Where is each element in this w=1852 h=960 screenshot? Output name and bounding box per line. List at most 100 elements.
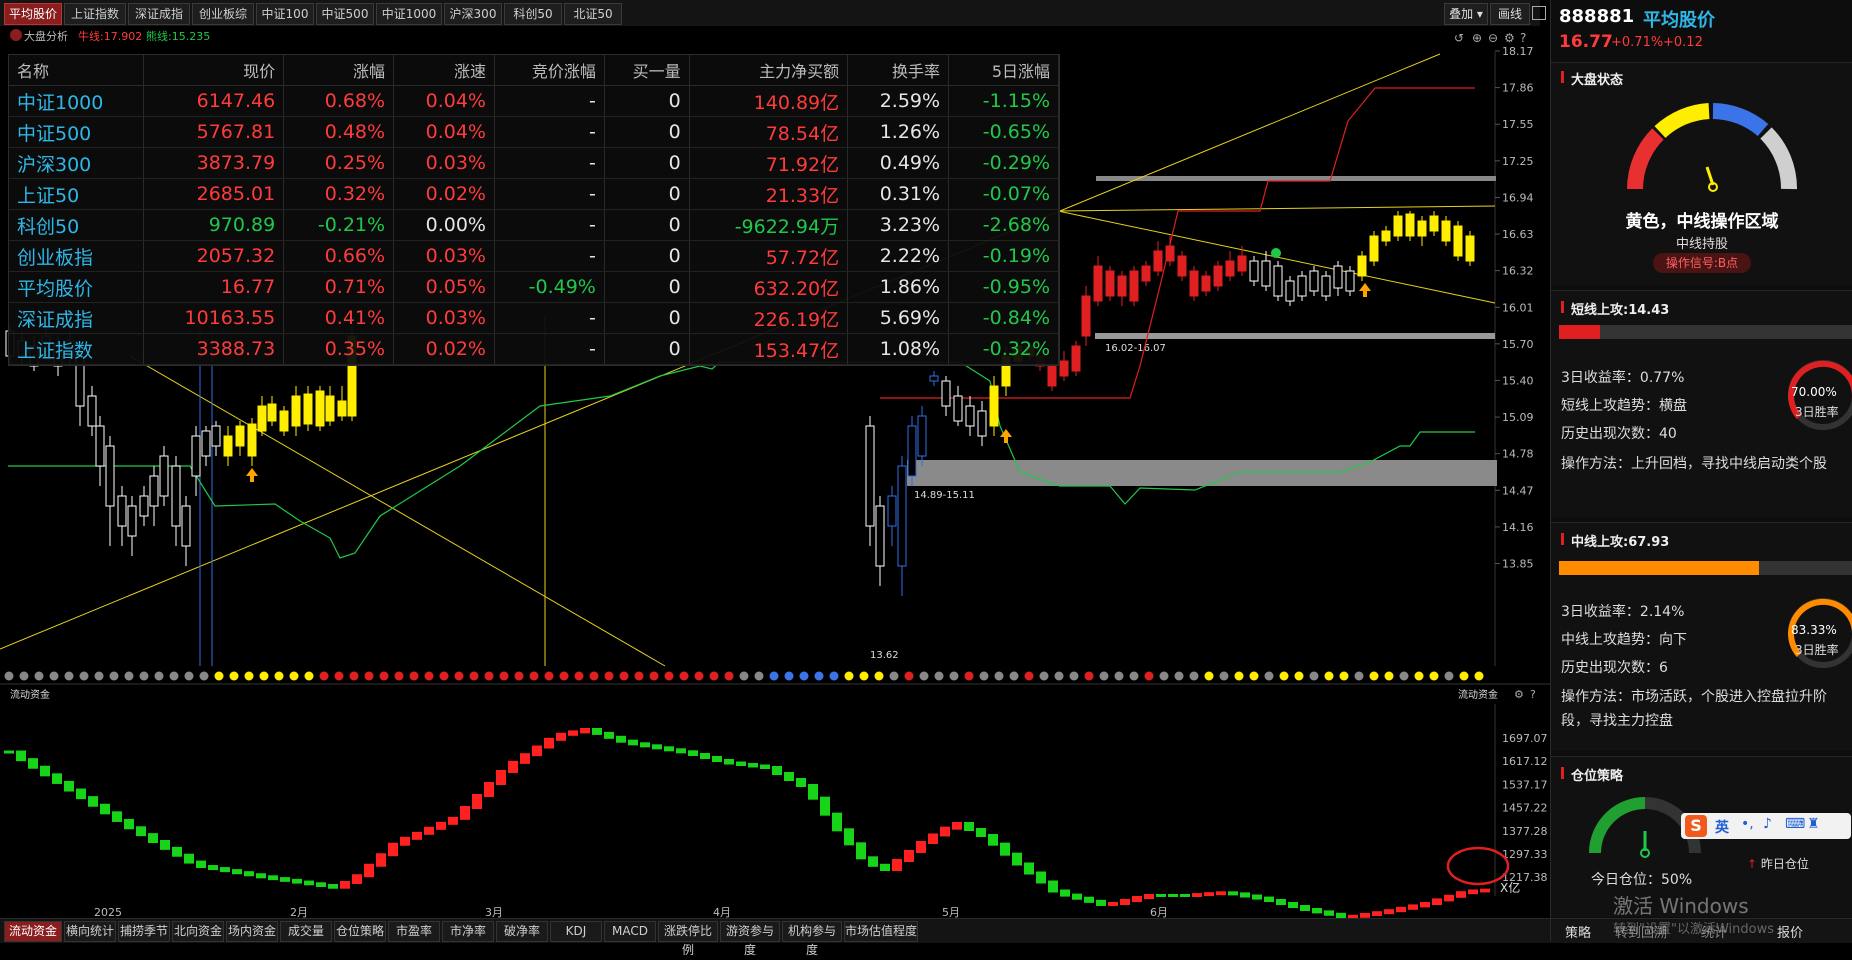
flow-bar xyxy=(52,773,62,784)
table-cell: - xyxy=(494,302,605,334)
table-cell: 0.41% xyxy=(283,302,395,334)
table-row[interactable]: 上证50 2685.01 0.32% 0.02% -0 21.33亿 0.31% -0.07% xyxy=(9,178,1059,210)
strategy-tab[interactable]: 策略 xyxy=(1565,922,1591,941)
column-header[interactable]: 主力净买额 xyxy=(689,55,849,86)
ime-mode[interactable]: 英 xyxy=(1715,817,1729,837)
indicator-tab[interactable]: 流动资金 xyxy=(4,921,62,942)
microphone-icon[interactable]: ♪ xyxy=(1763,816,1772,832)
candle-body xyxy=(1417,220,1427,237)
indicator-tab[interactable]: 捕捞季节 xyxy=(118,921,170,942)
undo-icon[interactable]: ↺ xyxy=(1454,31,1464,45)
indicator-tab[interactable]: 市盈率 xyxy=(388,921,440,942)
add-icon[interactable]: ⊕ xyxy=(1472,31,1482,45)
candle-body xyxy=(1261,260,1271,287)
ime-punct-icon[interactable]: •, xyxy=(1741,816,1754,832)
flow-bar xyxy=(148,833,158,843)
layout-grid-icon[interactable] xyxy=(1532,6,1546,20)
tab-star50[interactable]: 科创50 xyxy=(504,3,562,25)
help-icon[interactable]: ? xyxy=(1520,31,1526,45)
table-row[interactable]: 科创50 970.89 -0.21% 0.00% -0 -9622.94万 3.23% -2.… xyxy=(9,209,1059,241)
keyboard-icon[interactable]: ⌨ xyxy=(1785,816,1805,832)
signal-dot xyxy=(829,671,839,681)
tab-csi1000[interactable]: 中证1000 xyxy=(376,3,442,25)
overlay-button[interactable]: 叠加 ▾ xyxy=(1444,3,1488,25)
signal-dot xyxy=(1384,671,1394,681)
indicator-tab[interactable]: KDJ xyxy=(550,921,602,942)
indicator-tab[interactable]: 市场估值程度 xyxy=(844,921,918,942)
table-row[interactable]: 中证500 5767.81 0.48% 0.04% -0 78.54亿 1.26% -0.65… xyxy=(9,116,1059,148)
indicator-tab[interactable]: 机构参与度 xyxy=(782,921,842,957)
right-panel: 888881 平均股价 16.77 +0.71% +0.12 大盘状态 黄色，中… xyxy=(1550,0,1852,943)
tab-shenzhen-index[interactable]: 深证成指 xyxy=(128,3,190,25)
flow-bar xyxy=(508,760,518,773)
indicator-tab[interactable]: 涨跌停比例 xyxy=(658,921,718,957)
table-row[interactable]: 中证1000 6147.46 0.68% 0.04% -0 140.89亿 2.59% -1.… xyxy=(9,85,1059,117)
indicator-tab[interactable]: 场内资金 xyxy=(226,921,278,942)
tab-csi500[interactable]: 中证500 xyxy=(316,3,374,25)
column-header[interactable]: 名称 xyxy=(9,55,144,86)
flow-bar xyxy=(724,759,734,765)
flow-bar xyxy=(604,731,614,739)
sub-chart-help-icon[interactable]: ? xyxy=(1530,688,1536,701)
indicator-tab[interactable]: 横向统计 xyxy=(64,921,116,942)
tab-average-price[interactable]: 平均股价 xyxy=(4,3,62,25)
tab-csi300[interactable]: 沪深300 xyxy=(444,3,502,25)
candle-body xyxy=(247,423,257,457)
table-cell: 0 xyxy=(604,240,690,272)
skin-icon[interactable]: ♜ xyxy=(1807,816,1820,832)
indicator-tab[interactable]: 成交量 xyxy=(280,921,332,942)
column-header[interactable]: 现价 xyxy=(143,55,285,86)
signal-dot xyxy=(19,671,29,681)
column-header[interactable]: 竞价涨幅 xyxy=(494,55,605,86)
column-header[interactable]: 涨幅 xyxy=(283,55,395,86)
column-header[interactable]: 5日涨幅 xyxy=(948,55,1059,86)
signal-dot xyxy=(109,671,119,681)
signal-dot xyxy=(139,671,149,681)
tab-chinext-composite[interactable]: 创业板综 xyxy=(192,3,254,25)
table-cell: 0.00% xyxy=(393,209,495,241)
column-header[interactable]: 换手率 xyxy=(847,55,950,86)
upper-zone-label: 16.02-16.07 xyxy=(1105,343,1166,354)
table-cell: 科创50 xyxy=(9,209,144,241)
indicator-tab[interactable]: 北向资金 xyxy=(172,921,224,942)
short-attack-progress-track xyxy=(1559,325,1852,339)
tab-bse50[interactable]: 北证50 xyxy=(564,3,622,25)
settings-icon[interactable]: ⚙ xyxy=(1504,31,1515,45)
tab-shanghai-index[interactable]: 上证指数 xyxy=(64,3,126,25)
column-header[interactable]: 买一量 xyxy=(604,55,690,86)
signal-dot xyxy=(1009,671,1019,681)
table-row[interactable]: 上证指数 3388.73 0.35% 0.02% -0 153.47亿 1.08% -0.32… xyxy=(9,333,1059,365)
indicator-tab[interactable]: 市净率 xyxy=(442,921,494,942)
table-row[interactable]: 深证成指 10163.55 0.41% 0.03% -0 226.19亿 5.69% -0.8… xyxy=(9,302,1059,334)
table-cell: 0.71% xyxy=(283,271,395,303)
index-tab-bar: 平均股价 上证指数 深证成指 创业板综 中证100 中证500 中证1000 沪… xyxy=(0,0,1546,27)
flow-bar xyxy=(136,826,146,837)
table-cell: 3.23% xyxy=(847,209,950,241)
flow-bar xyxy=(292,878,302,884)
flow-bar xyxy=(1132,896,1142,902)
sub-chart-unit: X亿 xyxy=(1500,880,1520,895)
indicator-tab[interactable]: 仓位策略 xyxy=(334,921,386,942)
ime-logo-icon[interactable]: S xyxy=(1685,815,1707,837)
indicator-tab[interactable]: MACD xyxy=(604,921,656,942)
sub-chart-settings-icon[interactable]: ⚙ xyxy=(1514,688,1524,701)
table-row[interactable]: 平均股价 16.77 0.71% 0.05% -0.49% 0 632.20亿 1.86% -0… xyxy=(9,271,1059,303)
indicator-tab[interactable]: 破净率 xyxy=(496,921,548,942)
table-row[interactable]: 沪深300 3873.79 0.25% 0.03% -0 71.92亿 0.49% -0.29… xyxy=(9,147,1059,179)
tab-csi100[interactable]: 中证100 xyxy=(256,3,314,25)
quote-tab[interactable]: 报价 xyxy=(1777,922,1803,941)
indicator-tab[interactable]: 游资参与度 xyxy=(720,921,780,957)
ime-toolbar[interactable]: S 英 •, ♪ ⌨ ♜ xyxy=(1681,813,1851,839)
column-header[interactable]: 涨速 xyxy=(393,55,495,86)
collapse-icon[interactable] xyxy=(10,29,22,41)
table-row[interactable]: 创业板指 2057.32 0.66% 0.03% -0 57.72亿 2.22% -0.19% xyxy=(9,240,1059,272)
signal-dot xyxy=(979,671,989,681)
signal-dot xyxy=(1054,671,1064,681)
remove-icon[interactable]: ⊖ xyxy=(1488,31,1498,45)
candle-body xyxy=(267,403,277,422)
sub-axis-label: 1537.17 xyxy=(1502,778,1548,791)
flow-bar xyxy=(1096,899,1106,906)
draw-line-button[interactable]: 画线 xyxy=(1490,3,1530,25)
price-tick-label: 17.55 xyxy=(1502,118,1534,131)
table-cell: - xyxy=(494,85,605,117)
